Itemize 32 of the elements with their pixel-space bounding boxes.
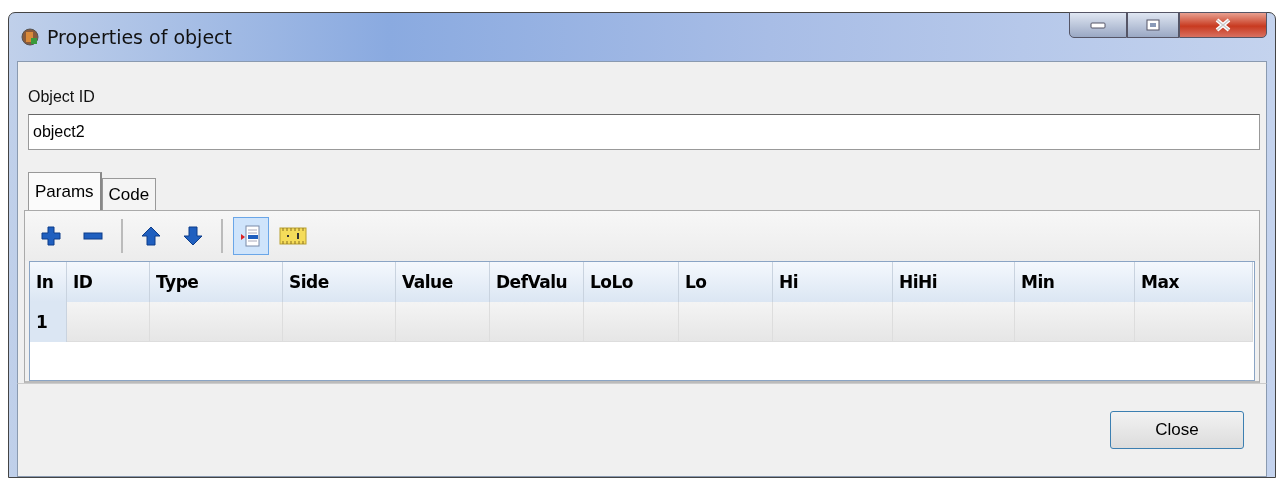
object-id-field[interactable]: object2 bbox=[28, 114, 1260, 150]
tab[interactable]: Params bbox=[28, 172, 102, 210]
ruler-icon bbox=[279, 225, 307, 247]
column-header[interactable]: ID bbox=[67, 262, 150, 302]
tab[interactable]: Code bbox=[101, 178, 157, 210]
column-header[interactable]: Value bbox=[396, 262, 490, 302]
column-header[interactable]: Type bbox=[150, 262, 283, 302]
column-header[interactable]: Min bbox=[1015, 262, 1135, 302]
column-header[interactable]: Side bbox=[283, 262, 396, 302]
app-icon bbox=[21, 28, 39, 46]
plus-icon bbox=[40, 225, 62, 247]
row-header[interactable]: 1 bbox=[30, 302, 67, 342]
column-header[interactable]: Hi bbox=[773, 262, 893, 302]
close-icon bbox=[1214, 18, 1232, 32]
maximize-icon bbox=[1146, 19, 1160, 31]
column-header[interactable]: Max bbox=[1135, 262, 1253, 302]
object-id-label: Object ID bbox=[28, 88, 96, 106]
column-header[interactable]: LoLo bbox=[584, 262, 679, 302]
list-view-button[interactable] bbox=[233, 217, 269, 255]
column-header[interactable]: Lo bbox=[679, 262, 773, 302]
arrow-up-icon bbox=[140, 225, 162, 247]
list-icon bbox=[239, 224, 263, 248]
minimize-icon bbox=[1090, 21, 1106, 29]
close-dialog-button[interactable]: Close bbox=[1110, 411, 1244, 449]
window-title: Properties of object bbox=[47, 26, 232, 48]
close-button[interactable] bbox=[1179, 12, 1267, 38]
column-header[interactable]: DefValu bbox=[490, 262, 584, 302]
maximize-button[interactable] bbox=[1127, 12, 1179, 38]
minimize-button[interactable] bbox=[1069, 12, 1127, 38]
column-header[interactable]: In bbox=[30, 262, 67, 302]
column-header[interactable]: HiHi bbox=[893, 262, 1015, 302]
arrow-down-icon bbox=[182, 225, 204, 247]
